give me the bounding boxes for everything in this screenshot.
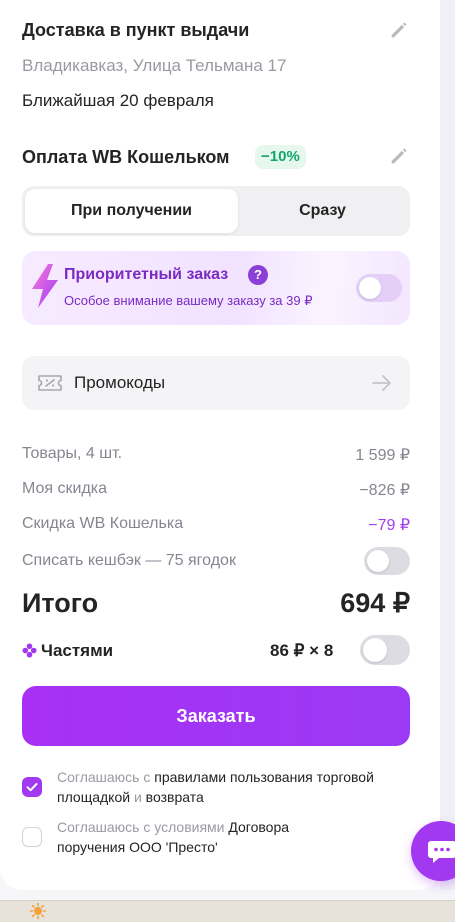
total-value: 694 ₽ (340, 588, 410, 618)
delivery-date: Ближайшая 20 февраля (22, 91, 214, 110)
cashback-label: Списать кешбэк — 75 ягодок (22, 552, 236, 569)
toggle-knob (363, 638, 387, 662)
agree-prefix: Соглашаюсь с (57, 769, 151, 785)
my-discount-value: −826 ₽ (359, 482, 410, 499)
wallet-discount-label: Скидка WB Кошелька (22, 515, 184, 532)
agree-rules-text: Соглашаюсь с правилами пользования торго… (57, 767, 417, 807)
pencil-icon (391, 22, 407, 38)
arrow-right-icon (372, 375, 391, 391)
my-discount-label: Моя скидка (22, 480, 108, 497)
goods-label: Товары, 4 шт. (22, 445, 123, 462)
priority-subtitle: Особое внимание вашему заказу за 39 ₽ (64, 293, 313, 308)
agree-contract-text: Соглашаюсь с условиями Договора поручени… (57, 817, 357, 857)
goods-value: 1 599 ₽ (355, 447, 410, 464)
wallet-discount-value: −79 ₽ (368, 517, 410, 534)
edit-payment-button[interactable] (388, 145, 410, 167)
payment-title: Оплата WB Кошельком (22, 147, 230, 167)
parts-toggle[interactable] (360, 635, 410, 665)
return-link[interactable]: возврата (146, 789, 204, 805)
agree-rules-checkbox[interactable] (22, 777, 42, 797)
total-label: Итого (22, 588, 99, 618)
chat-bubble-icon (428, 841, 455, 863)
parts-value: 86 ₽ × 8 (270, 641, 334, 660)
parts-label: Частями (41, 641, 114, 660)
priority-title: Приоритетный заказ (64, 266, 229, 283)
check-icon (26, 783, 38, 792)
toggle-knob (367, 550, 389, 572)
delivery-address: Владикавказ, Улица Тельмана 17 (22, 56, 287, 75)
taskbar-strip (0, 900, 455, 922)
priority-toggle[interactable] (356, 274, 402, 302)
tab-pay-now[interactable]: Сразу (238, 189, 407, 233)
page-gutter (440, 0, 455, 890)
help-icon[interactable]: ? (248, 265, 268, 285)
coupon-icon (38, 375, 62, 391)
lightning-icon (32, 264, 58, 308)
tab-on-receipt[interactable]: При получении (25, 189, 238, 233)
edit-delivery-button[interactable] (388, 19, 410, 41)
promo-label: Промокоды (74, 373, 166, 392)
toggle-knob (359, 277, 381, 299)
agree-contract-checkbox[interactable] (22, 827, 42, 847)
wallet-discount-badge: −10% (255, 145, 306, 169)
order-button[interactable]: Заказать (22, 686, 410, 746)
parts-flower-icon (22, 643, 37, 658)
pencil-icon (391, 148, 407, 164)
agree-prefix: Соглашаюсь с условиями (57, 819, 225, 835)
agree-mid: и (133, 789, 142, 805)
delivery-title: Доставка в пункт выдачи (22, 20, 250, 40)
cashback-toggle[interactable] (364, 547, 410, 575)
priority-order-panel: Приоритетный заказ ? Особое внимание ваш… (22, 251, 410, 325)
promo-codes-row[interactable]: Промокоды (22, 356, 410, 410)
payment-timing-segmented: При получении Сразу (22, 186, 410, 236)
sun-icon (30, 903, 46, 919)
checkout-card: Доставка в пункт выдачи Владикавказ, Ули… (0, 0, 440, 890)
